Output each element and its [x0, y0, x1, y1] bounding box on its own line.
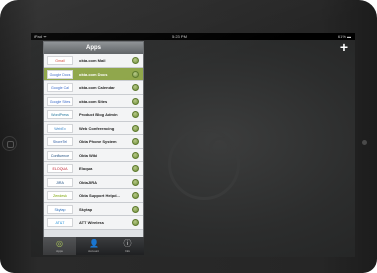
- app-row[interactable]: Google Cal okta.com Calendar: [44, 81, 143, 95]
- app-list: Gmail okta.com Mail Google Docs okta.com Do…: [44, 54, 143, 230]
- app-row[interactable]: Zendesk Okta Support Helpd...: [44, 189, 143, 203]
- app-logo-icon: Google Cal: [47, 83, 73, 92]
- ipad-device: iPad ᯤ 5:23 PM 61% ▬ + Apps Gmail okta.co…: [0, 0, 377, 273]
- app-logo-icon: Confluence: [47, 150, 73, 160]
- app-name: Product Blog Admin: [79, 112, 118, 117]
- launch-icon[interactable]: [132, 192, 139, 199]
- app-logo-icon: Google Docs: [47, 69, 73, 79]
- tab-label: Account: [88, 249, 99, 253]
- tab-label: Apps: [56, 249, 63, 253]
- launch-icon[interactable]: [132, 151, 139, 159]
- app-logo-icon: AT&T: [47, 218, 73, 227]
- app-name: okta.com Docs: [79, 71, 108, 77]
- app-name: Okta Wiki: [79, 152, 98, 158]
- status-bar: iPad ᯤ 5:23 PM 61% ▬: [31, 33, 355, 40]
- app-row[interactable]: ELOQUA Eloqua: [44, 162, 143, 176]
- app-logo-icon: WordPress: [47, 110, 73, 119]
- launch-icon[interactable]: [132, 57, 139, 64]
- app-logo-icon: Gmail: [47, 56, 73, 65]
- app-logo-icon: WebEx: [47, 123, 73, 133]
- app-row[interactable]: Confluence Okta Wiki: [44, 148, 143, 162]
- tab-account[interactable]: 👤 Account: [77, 237, 110, 255]
- app-logo-icon: ShoreTel: [47, 137, 73, 146]
- launch-icon[interactable]: [132, 70, 139, 78]
- app-row[interactable]: Skytap Skytap: [44, 202, 143, 216]
- app-name: okta.com Mail: [79, 58, 106, 63]
- tab-label: Info: [124, 249, 130, 253]
- app-logo-icon: Skytap: [47, 204, 73, 214]
- tab-apps[interactable]: ◎ Apps: [43, 237, 76, 255]
- launch-icon[interactable]: [132, 97, 139, 105]
- app-name: OktaJIRA: [79, 179, 98, 185]
- app-name: Okta Support Helpd...: [79, 193, 120, 198]
- apps-icon: ◎: [56, 239, 63, 248]
- app-name: Skytap: [79, 206, 93, 212]
- account-icon: 👤: [89, 239, 99, 248]
- app-name: Web Conferencing: [79, 125, 115, 131]
- camera: [362, 140, 367, 145]
- okta-logo-watermark: [168, 128, 240, 200]
- status-time: 5:23 PM: [172, 34, 187, 39]
- launch-icon[interactable]: [132, 84, 139, 91]
- app-row[interactable]: WordPress Product Blog Admin: [44, 108, 143, 122]
- apps-popover: Apps Gmail okta.com Mail Google Docs okta.c…: [43, 41, 144, 255]
- app-row[interactable]: AT&T ATT Wireless: [44, 216, 143, 230]
- app-row[interactable]: JIRA OktaJIRA: [44, 175, 143, 189]
- popover-title: Apps: [44, 42, 143, 54]
- app-name: okta.com Sites: [79, 98, 108, 104]
- carrier-label: iPad ᯤ: [34, 34, 47, 39]
- app-logo-icon: Zendesk: [47, 191, 73, 200]
- app-name: okta.com Calendar: [79, 85, 115, 90]
- launch-icon[interactable]: [132, 124, 139, 132]
- tab-bar: ◎ Apps 👤 Account ⓘ Info: [43, 237, 144, 255]
- home-button[interactable]: [2, 136, 17, 151]
- tab-info[interactable]: ⓘ Info: [111, 237, 144, 255]
- launch-icon[interactable]: [132, 165, 139, 172]
- launch-icon[interactable]: [132, 138, 139, 145]
- add-button[interactable]: +: [337, 40, 351, 55]
- info-icon: ⓘ: [123, 239, 132, 248]
- app-logo-icon: JIRA: [47, 177, 73, 187]
- app-logo-icon: ELOQUA: [47, 164, 73, 173]
- launch-icon[interactable]: [132, 219, 139, 226]
- launch-icon[interactable]: [132, 205, 139, 213]
- app-logo-icon: Google Sites: [47, 96, 73, 106]
- launch-icon[interactable]: [132, 178, 139, 186]
- app-row[interactable]: ShoreTel Okta Phone System: [44, 135, 143, 149]
- app-name: Okta Phone System: [79, 139, 117, 144]
- app-row[interactable]: WebEx Web Conferencing: [44, 121, 143, 135]
- app-name: Eloqua: [79, 166, 93, 171]
- app-row[interactable]: Google Sites okta.com Sites: [44, 94, 143, 108]
- app-name: ATT Wireless: [79, 220, 105, 225]
- launch-icon[interactable]: [132, 111, 139, 118]
- app-row[interactable]: Google Docs okta.com Docs: [44, 67, 143, 81]
- app-row[interactable]: Gmail okta.com Mail: [44, 54, 143, 68]
